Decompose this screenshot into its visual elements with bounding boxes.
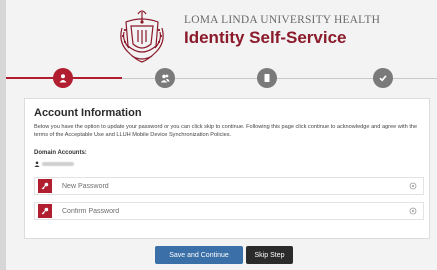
user-icon [34, 161, 40, 167]
page: LOMA LINDA UNIVERSITY HEALTH Identity Se… [6, 0, 437, 270]
check-icon [379, 75, 387, 82]
step-3-policies[interactable] [257, 68, 277, 88]
university-crest-logo [120, 10, 164, 63]
domain-account-entry [34, 160, 74, 168]
step-4-complete[interactable] [373, 68, 393, 88]
app-title: Identity Self-Service [184, 28, 347, 47]
show-password-icon[interactable] [409, 207, 417, 215]
step-2-accounts[interactable] [155, 68, 175, 88]
header: LOMA LINDA UNIVERSITY HEALTH Identity Se… [6, 0, 437, 72]
key-icon [38, 204, 52, 218]
skip-step-button[interactable]: Skip Step [246, 246, 293, 264]
document-icon [264, 74, 270, 82]
step-1-account[interactable] [53, 68, 73, 88]
progress-steps [6, 64, 437, 92]
users-icon [160, 74, 170, 83]
redacted-account-name [42, 162, 74, 166]
domain-accounts-label: Domain Accounts: [34, 150, 87, 156]
confirm-password-input[interactable] [62, 203, 392, 219]
save-and-continue-button[interactable]: Save and Continue [155, 246, 243, 264]
new-password-field [34, 177, 424, 195]
confirm-password-field [34, 202, 424, 220]
user-icon [59, 74, 67, 83]
panel-description: Below you have the option to update your… [34, 124, 418, 138]
organization-name: LOMA LINDA UNIVERSITY HEALTH [184, 14, 381, 26]
show-password-icon[interactable] [409, 182, 417, 190]
panel-title: Account Information [34, 107, 142, 119]
new-password-input[interactable] [62, 178, 392, 194]
key-icon [38, 179, 52, 193]
account-information-panel: Account Information Below you have the o… [24, 98, 430, 239]
